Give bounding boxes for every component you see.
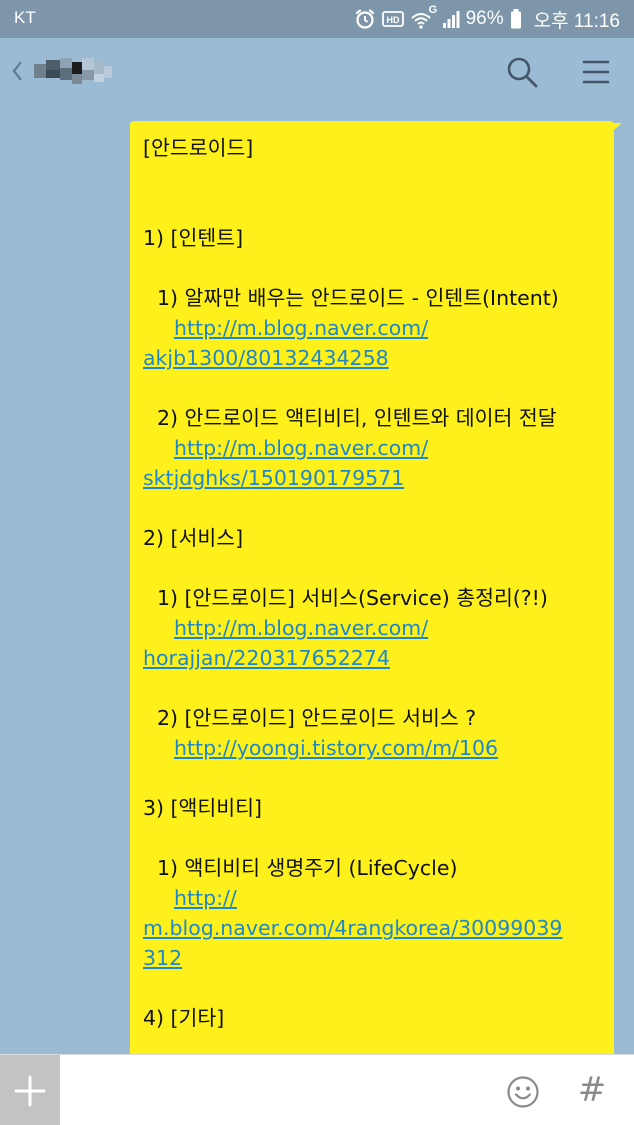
chat-area[interactable]: [안드로이드] 1) [인텐트] 1) 알짜만 배우는 안드로이드 - 인텐트(… [0, 106, 634, 1054]
section-heading: 4) [기타] [143, 1006, 225, 1030]
message-link[interactable]: http://m.blog.naver.com/ [143, 433, 602, 463]
item-title: 1) 액티비티 생명주기 (LifeCycle) [157, 856, 458, 880]
plus-icon [14, 1075, 46, 1107]
alarm-icon [355, 9, 374, 29]
back-icon[interactable] [10, 58, 24, 84]
hd-icon: HD [381, 11, 404, 27]
search-icon[interactable] [504, 54, 540, 90]
bubble-tail [608, 123, 622, 135]
item-title: 2) 안드로이드 액티비티, 인텐트와 데이터 전달 [157, 406, 557, 430]
clock: 오후 11:16 [533, 10, 620, 32]
emoji-icon[interactable] [506, 1075, 540, 1109]
battery-percent: 96% [465, 8, 504, 29]
battery-icon [510, 9, 521, 29]
message-link[interactable]: horajjan/220317652274 [143, 643, 602, 673]
chat-header [0, 38, 634, 106]
status-bar: KT HD G 96% 오후 11:16 [0, 0, 634, 38]
message-title: [안드로이드] [143, 136, 254, 160]
item-title: 2) [안드로이드] 안드로이드 서비스 ? [157, 706, 477, 730]
section-heading: 2) [서비스] [143, 526, 244, 550]
svg-text:HD: HD [386, 15, 399, 25]
message-link[interactable]: http://m.blog.naver.com/ [143, 313, 602, 343]
menu-icon[interactable] [578, 54, 614, 90]
section-heading: 3) [액티비티] [143, 796, 262, 820]
item-title: 1) 알짜만 배우는 안드로이드 - 인텐트(Intent) [157, 286, 559, 310]
message-input-bar: # [0, 1054, 634, 1125]
message-input[interactable] [70, 1067, 490, 1113]
message-link[interactable]: http:// [143, 883, 602, 913]
signal-icon [442, 11, 460, 28]
attach-button[interactable] [0, 1055, 60, 1125]
carrier-label: KT [14, 8, 36, 27]
message-link[interactable]: http://m.blog.naver.com/ [143, 613, 602, 643]
message-link[interactable]: akjb1300/80132434258 [143, 343, 602, 373]
message-link[interactable]: 312 [143, 943, 602, 973]
hashtag-search-button[interactable]: # [576, 1071, 608, 1109]
message-link[interactable]: m.blog.naver.com/4rangkorea/30099039 [143, 913, 602, 943]
section-heading: 1) [인텐트] [143, 226, 244, 250]
chat-title-blurred[interactable] [34, 54, 114, 90]
network-type-label: G [428, 4, 438, 16]
message-link[interactable]: http://yoongi.tistory.com/m/106 [143, 733, 602, 763]
status-icons: HD G 96% 오후 11:16 [354, 4, 620, 32]
message-bubble[interactable]: [안드로이드] 1) [인텐트] 1) 알짜만 배우는 안드로이드 - 인텐트(… [130, 121, 614, 1054]
item-title: 1) [안드로이드] 서비스(Service) 총정리(?!) [157, 586, 548, 610]
message-link[interactable]: sktjdghks/150190179571 [143, 463, 602, 493]
